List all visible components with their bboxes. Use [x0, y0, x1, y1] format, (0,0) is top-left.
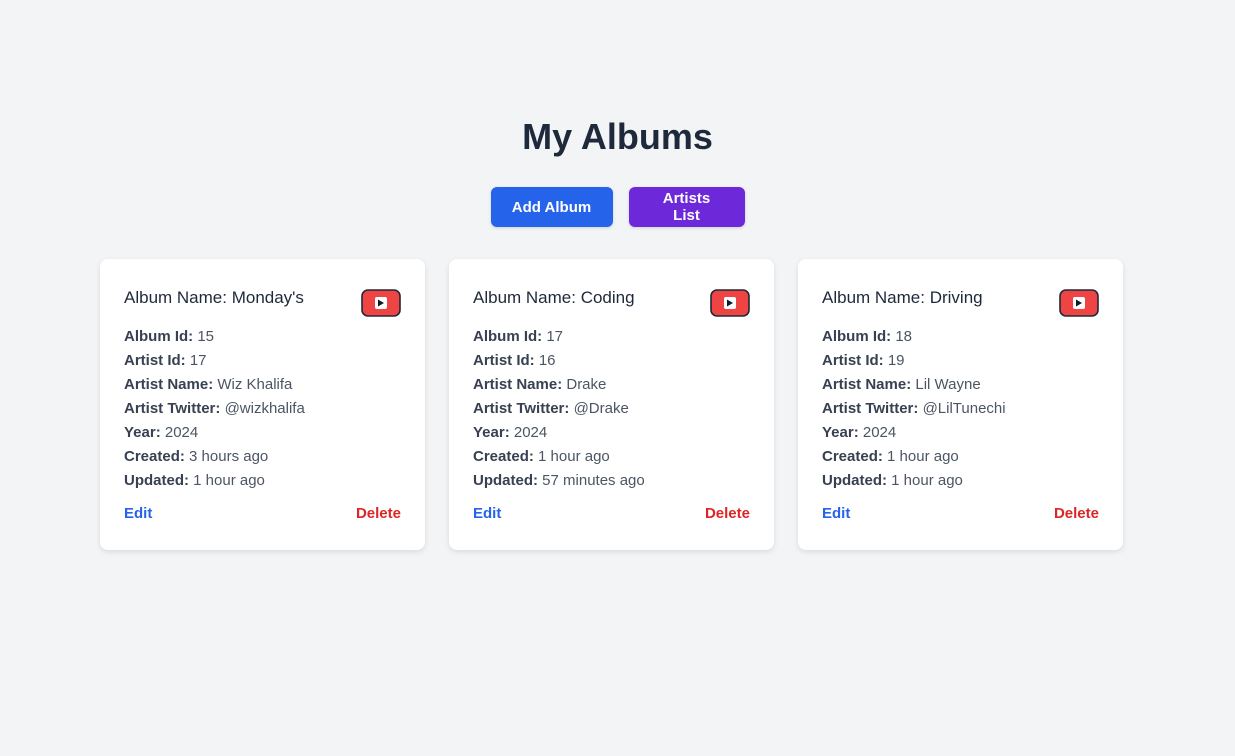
updated-label: Updated: — [822, 472, 887, 489]
artist-name-row: Artist Name: Lil Wayne — [822, 373, 1099, 397]
created-value: 1 hour ago — [887, 448, 959, 465]
album-card-header: Album Name: Driving — [822, 287, 1099, 317]
album-id-value: 18 — [895, 328, 913, 345]
created-value: 1 hour ago — [538, 448, 610, 465]
artist-name-label: Artist Name: — [822, 376, 912, 393]
artist-id-row: Artist Id: 16 — [473, 349, 750, 373]
artist-id-row: Artist Id: 17 — [124, 349, 401, 373]
updated-value: 57 minutes ago — [542, 472, 645, 489]
artist-twitter-value: @LilTunechi — [922, 400, 1006, 417]
album-card-footer: Edit Delete — [473, 505, 750, 522]
year-label: Year: — [822, 424, 859, 441]
album-card-header: Album Name: Monday's — [124, 287, 401, 317]
artist-name-label: Artist Name: — [473, 376, 563, 393]
artist-twitter-row: Artist Twitter: @LilTunechi — [822, 397, 1099, 421]
artist-name-label: Artist Name: — [124, 376, 214, 393]
updated-label: Updated: — [473, 472, 538, 489]
add-album-button[interactable]: Add Album — [490, 187, 613, 227]
artist-twitter-label: Artist Twitter: — [124, 400, 221, 417]
artist-id-label: Artist Id: — [822, 352, 884, 369]
updated-row: Updated: 1 hour ago — [822, 469, 1099, 493]
year-value: 2024 — [862, 424, 897, 441]
album-name: Album Name: Coding — [473, 287, 635, 309]
artist-twitter-row: Artist Twitter: @wizkhalifa — [124, 397, 401, 421]
created-row: Created: 3 hours ago — [124, 445, 401, 469]
created-label: Created: — [473, 448, 534, 465]
album-name: Album Name: Driving — [822, 287, 983, 309]
year-value: 2024 — [513, 424, 548, 441]
album-name-label: Album Name: — [473, 288, 581, 307]
youtube-icon[interactable] — [710, 289, 750, 317]
created-value: 3 hours ago — [189, 448, 269, 465]
album-id-row: Album Id: 17 — [473, 325, 750, 349]
album-name: Album Name: Monday's — [124, 287, 304, 309]
album-id-label: Album Id: — [124, 328, 194, 345]
album-name-value: Monday's — [231, 288, 304, 307]
album-card: Album Name: Monday's Album Id: 15 Artist… — [100, 259, 425, 550]
created-row: Created: 1 hour ago — [473, 445, 750, 469]
delete-link[interactable]: Delete — [705, 505, 750, 522]
year-row: Year: 2024 — [124, 421, 401, 445]
youtube-icon[interactable] — [361, 289, 401, 317]
artist-twitter-label: Artist Twitter: — [822, 400, 919, 417]
artist-name-value: Wiz Khalifa — [217, 376, 293, 393]
album-card-footer: Edit Delete — [822, 505, 1099, 522]
artist-name-row: Artist Name: Wiz Khalifa — [124, 373, 401, 397]
edit-link[interactable]: Edit — [124, 505, 152, 522]
artist-id-row: Artist Id: 19 — [822, 349, 1099, 373]
album-name-value: Driving — [929, 288, 983, 307]
created-row: Created: 1 hour ago — [822, 445, 1099, 469]
updated-row: Updated: 57 minutes ago — [473, 469, 750, 493]
artist-name-value: Drake — [566, 376, 607, 393]
youtube-icon[interactable] — [1059, 289, 1099, 317]
album-id-label: Album Id: — [473, 328, 543, 345]
delete-link[interactable]: Delete — [356, 505, 401, 522]
updated-row: Updated: 1 hour ago — [124, 469, 401, 493]
album-name-label: Album Name: — [822, 288, 930, 307]
artist-name-value: Lil Wayne — [915, 376, 981, 393]
edit-link[interactable]: Edit — [822, 505, 850, 522]
action-bar: Add Album Artists List — [0, 187, 1235, 227]
album-card: Album Name: Coding Album Id: 17 Artist I… — [449, 259, 774, 550]
year-value: 2024 — [164, 424, 199, 441]
album-id-row: Album Id: 15 — [124, 325, 401, 349]
updated-label: Updated: — [124, 472, 189, 489]
album-id-label: Album Id: — [822, 328, 892, 345]
album-card-header: Album Name: Coding — [473, 287, 750, 317]
album-card: Album Name: Driving Album Id: 18 Artist … — [798, 259, 1123, 550]
artist-id-value: 17 — [189, 352, 207, 369]
album-card-footer: Edit Delete — [124, 505, 401, 522]
year-label: Year: — [473, 424, 510, 441]
album-name-label: Album Name: — [124, 288, 232, 307]
artist-id-value: 16 — [538, 352, 556, 369]
artist-twitter-value: @Drake — [573, 400, 629, 417]
updated-value: 1 hour ago — [193, 472, 265, 489]
created-label: Created: — [124, 448, 185, 465]
artist-twitter-label: Artist Twitter: — [473, 400, 570, 417]
updated-value: 1 hour ago — [891, 472, 963, 489]
album-card-list: Album Name: Monday's Album Id: 15 Artist… — [100, 259, 1123, 550]
page-title: My Albums — [522, 116, 713, 157]
year-row: Year: 2024 — [822, 421, 1099, 445]
delete-link[interactable]: Delete — [1054, 505, 1099, 522]
year-row: Year: 2024 — [473, 421, 750, 445]
album-id-value: 17 — [546, 328, 564, 345]
album-name-value: Coding — [580, 288, 635, 307]
album-id-row: Album Id: 18 — [822, 325, 1099, 349]
artist-twitter-value: @wizkhalifa — [224, 400, 305, 417]
artist-twitter-row: Artist Twitter: @Drake — [473, 397, 750, 421]
created-label: Created: — [822, 448, 883, 465]
artist-id-value: 19 — [887, 352, 905, 369]
album-id-value: 15 — [197, 328, 215, 345]
artist-name-row: Artist Name: Drake — [473, 373, 750, 397]
artist-id-label: Artist Id: — [473, 352, 535, 369]
edit-link[interactable]: Edit — [473, 505, 501, 522]
year-label: Year: — [124, 424, 161, 441]
artist-id-label: Artist Id: — [124, 352, 186, 369]
artists-list-button[interactable]: Artists List — [628, 187, 745, 227]
